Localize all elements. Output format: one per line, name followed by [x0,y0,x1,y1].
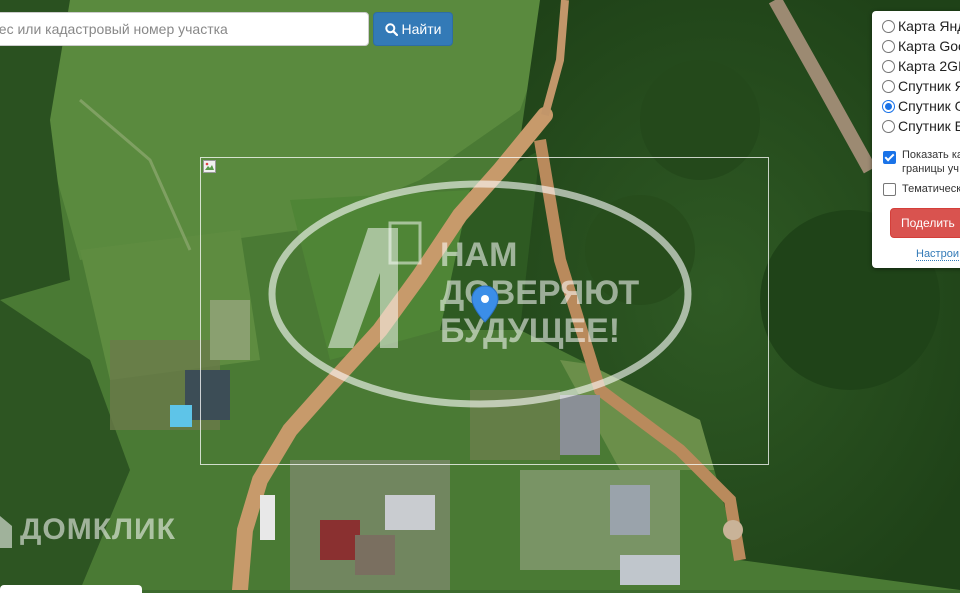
bottom-corner-panel [0,585,142,593]
layer-label: Спутник E [898,118,960,134]
domclick-icon [0,516,12,548]
layer-option-2gis-map[interactable]: Карта 2GI [882,56,960,76]
domclick-brand-text: ДОМКЛИК [20,513,176,546]
layer-option-esri-satellite[interactable]: Спутник E [882,116,960,136]
location-marker-icon[interactable] [471,285,499,328]
watermark-line2: ДОВЕРЯЮТ [440,274,639,312]
show-boundaries-checkbox[interactable] [883,151,896,164]
radio-2gis-map[interactable] [882,59,895,73]
radio-yandex-satellite[interactable] [882,79,895,93]
search-input[interactable] [0,12,369,46]
show-boundaries-label-line2: границы уч [902,163,959,175]
settings-link[interactable]: Настрои [916,248,959,261]
layer-label: Карта Goo [898,38,960,54]
layer-label: Карта Янд [898,18,960,34]
domclick-logo: ДОМКЛИК [0,512,176,548]
show-boundaries-label-line1: Показать ка [902,149,960,161]
radio-yandex-map[interactable] [882,19,895,33]
broken-image-icon [203,160,217,174]
search-button-label: Найти [401,21,442,37]
search-button[interactable]: Найти [373,12,453,46]
share-button-label: Поделить [901,216,955,230]
layer-option-yandex-satellite[interactable]: Спутник Я [882,76,960,96]
radio-google-satellite[interactable] [882,99,895,113]
layer-panel: Карта Янд Карта Goo Карта 2GI Спутник Я … [872,11,960,268]
watermark-line3: БУДУЩЕЕ! [440,312,620,350]
layer-option-yandex-map[interactable]: Карта Янд [882,16,960,36]
thematic-checkbox[interactable] [883,183,896,196]
watermark-line1: НАМ [440,236,517,274]
thematic-label: Тематическ [902,183,960,195]
layer-option-google-map[interactable]: Карта Goo [882,36,960,56]
layer-label: Карта 2GI [898,58,960,74]
radio-google-map[interactable] [882,39,895,53]
search-icon [384,22,398,36]
layer-label: Спутник G [898,98,960,114]
radio-esri-satellite[interactable] [882,119,895,133]
layer-option-google-satellite[interactable]: Спутник G [882,96,960,116]
layer-label: Спутник Я [898,78,960,94]
share-button[interactable]: Поделить [890,208,960,238]
